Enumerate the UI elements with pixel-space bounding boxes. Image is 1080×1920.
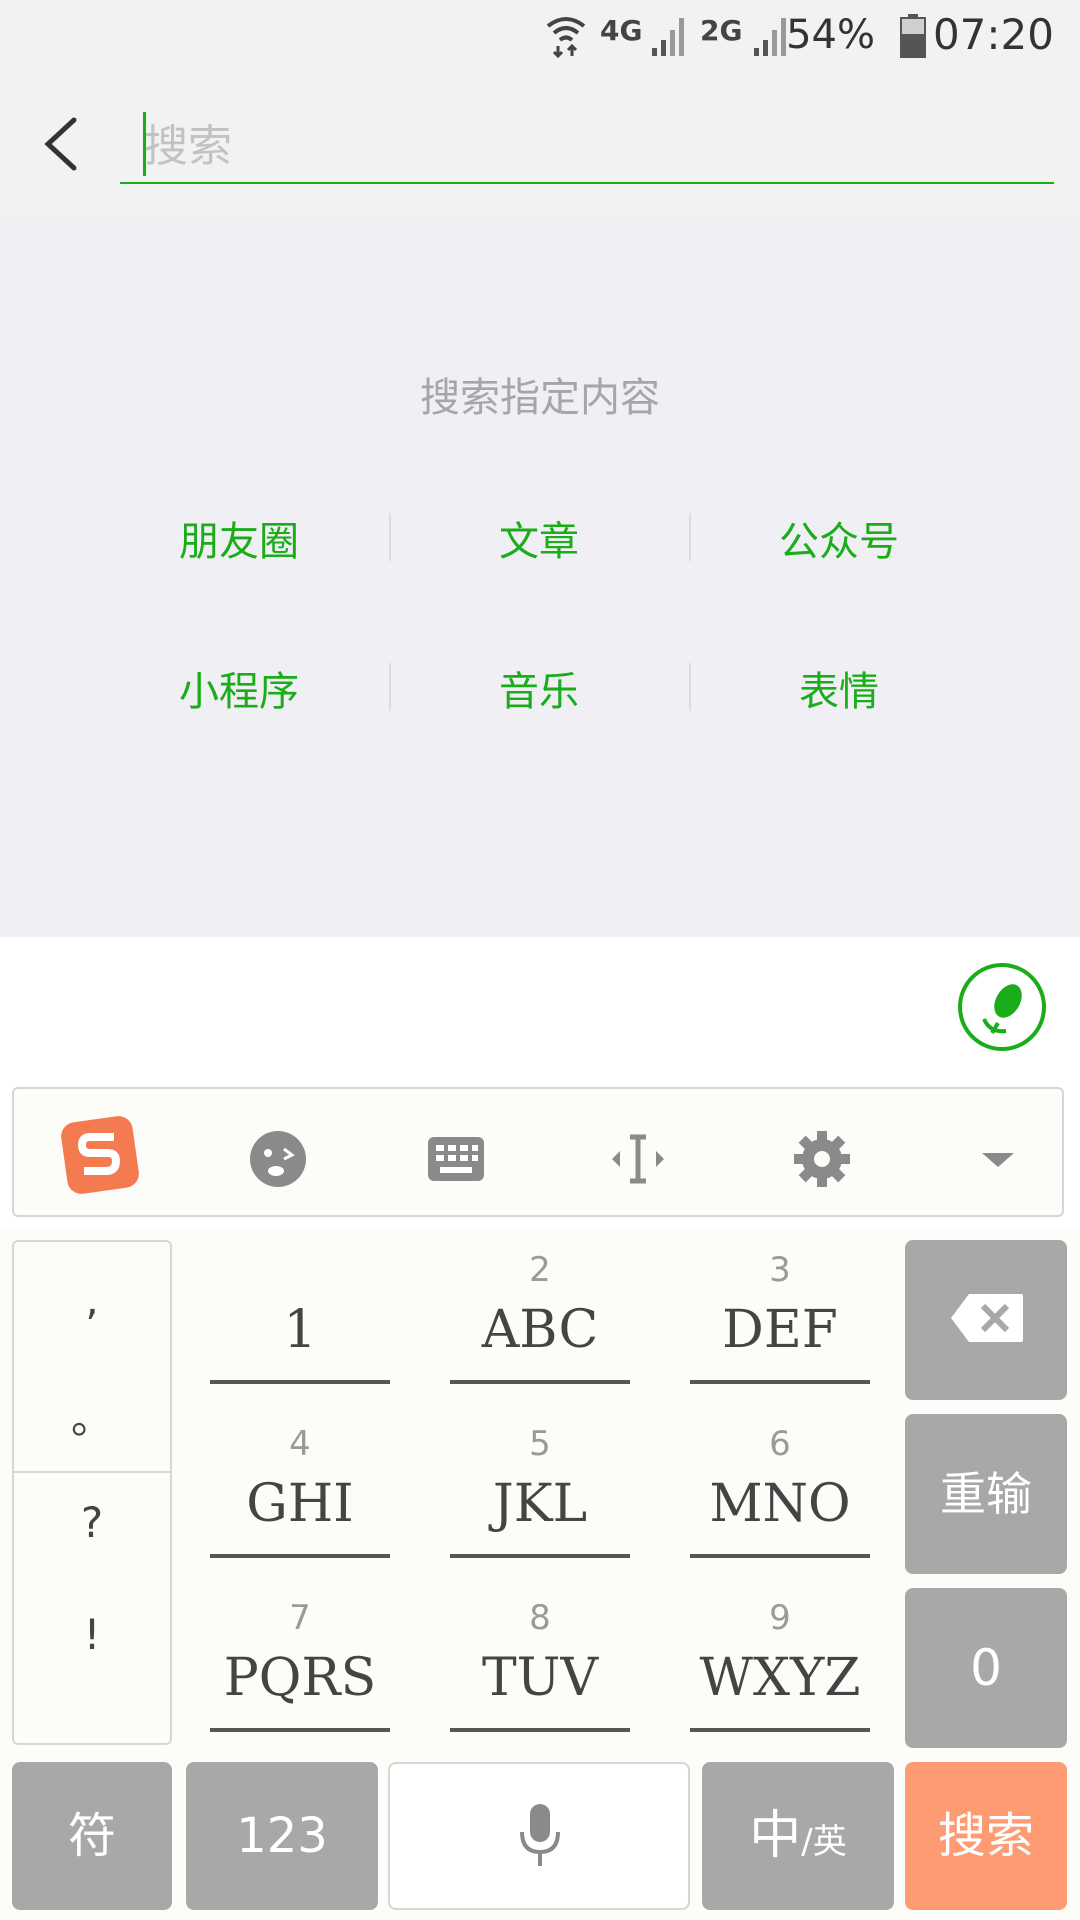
key-4[interactable]: 4 GHI	[202, 1424, 398, 1584]
signal-icon	[652, 18, 684, 56]
sogou-logo-icon[interactable]	[60, 1115, 140, 1195]
space-key[interactable]	[388, 1762, 690, 1910]
status-bar: 4G 2G 54% 07:20	[0, 0, 1080, 72]
clock: 07:20	[932, 10, 1054, 59]
backspace-icon	[951, 1294, 1023, 1342]
key-7[interactable]: 7 PQRS	[202, 1598, 398, 1758]
key-number: 7	[289, 1598, 311, 1638]
settings-gear-icon[interactable]	[792, 1129, 852, 1189]
symbol-question[interactable]: ?	[12, 1498, 172, 1547]
voice-input-button[interactable]	[958, 963, 1046, 1051]
key-underline	[450, 1380, 630, 1384]
search-header	[0, 72, 1080, 217]
microphone-icon	[520, 1804, 560, 1866]
keyboard-icon[interactable]	[426, 1129, 486, 1189]
key-9[interactable]: 9 WXYZ	[682, 1598, 878, 1758]
symbol-exclamation[interactable]: !	[12, 1610, 172, 1659]
text-cursor	[143, 112, 146, 176]
network-type-1: 4G	[600, 14, 643, 47]
key-label: GHI	[246, 1474, 354, 1534]
emoji-icon[interactable]	[248, 1129, 308, 1189]
search-scope-panel: 搜索指定内容 朋友圈 文章 公众号 小程序 音乐 表情	[0, 217, 1080, 937]
battery-percent: 54%	[786, 12, 875, 58]
key-number: 4	[289, 1424, 311, 1464]
key-label: 1	[283, 1300, 317, 1360]
divider	[14, 1471, 170, 1473]
key-label: MNO	[709, 1474, 851, 1534]
key-number: 9	[769, 1598, 791, 1638]
key-label: JKL	[492, 1474, 588, 1534]
reenter-key[interactable]: 重输	[905, 1414, 1067, 1574]
key-underline	[210, 1728, 390, 1732]
wifi-icon	[546, 17, 586, 58]
key-8[interactable]: 8 TUV	[442, 1598, 638, 1758]
battery-icon	[900, 14, 926, 58]
key-5[interactable]: 5 JKL	[442, 1424, 638, 1584]
cursor-move-icon[interactable]	[608, 1129, 668, 1189]
key-underline	[450, 1554, 630, 1558]
key-underline	[690, 1728, 870, 1732]
network-type-2: 2G	[700, 14, 743, 47]
key-label: PQRS	[223, 1648, 377, 1708]
symbols-key[interactable]: 符	[12, 1762, 172, 1910]
key-label: DEF	[722, 1300, 838, 1360]
key-number: 5	[529, 1424, 551, 1464]
key-label: ABC	[481, 1300, 599, 1360]
symbol-comma[interactable]: ,	[12, 1275, 172, 1324]
collapse-keyboard-icon[interactable]	[968, 1129, 1028, 1189]
key-label: TUV	[481, 1648, 599, 1708]
backspace-key[interactable]	[905, 1240, 1067, 1400]
key-number: 3	[769, 1250, 791, 1290]
category-official-accounts[interactable]: 公众号	[689, 509, 989, 567]
back-arrow-icon[interactable]	[34, 114, 94, 174]
numbers-key[interactable]: 123	[186, 1762, 378, 1910]
lang-main: 中	[749, 1806, 802, 1866]
key-1[interactable]: 1	[202, 1250, 398, 1410]
key-number: 8	[529, 1598, 551, 1638]
ime-toolbar	[12, 1087, 1064, 1217]
search-key[interactable]: 搜索	[905, 1762, 1067, 1910]
category-music[interactable]: 音乐	[389, 659, 689, 717]
key-6[interactable]: 6 MNO	[682, 1424, 878, 1584]
search-underline	[120, 182, 1054, 184]
search-input[interactable]	[120, 110, 1080, 182]
category-mini-programs[interactable]: 小程序	[89, 659, 389, 717]
key-underline	[690, 1380, 870, 1384]
key-label: WXYZ	[699, 1648, 861, 1708]
key-number: 6	[769, 1424, 791, 1464]
lang-sub: /英	[801, 1822, 847, 1862]
key-number: 2	[529, 1250, 551, 1290]
search-scope-hint: 搜索指定内容	[420, 375, 660, 421]
key-underline	[690, 1554, 870, 1558]
symbol-period[interactable]: 。	[12, 1385, 172, 1446]
category-stickers[interactable]: 表情	[689, 659, 989, 717]
category-moments[interactable]: 朋友圈	[89, 509, 389, 567]
language-switch-key[interactable]: 中/英	[702, 1762, 894, 1910]
key-underline	[210, 1554, 390, 1558]
key-underline	[210, 1380, 390, 1384]
key-2[interactable]: 2 ABC	[442, 1250, 638, 1410]
microphone-icon	[982, 984, 1022, 1035]
key-underline	[450, 1728, 630, 1732]
zero-key[interactable]: 0	[905, 1588, 1067, 1748]
category-articles[interactable]: 文章	[389, 509, 689, 567]
key-3[interactable]: 3 DEF	[682, 1250, 878, 1410]
